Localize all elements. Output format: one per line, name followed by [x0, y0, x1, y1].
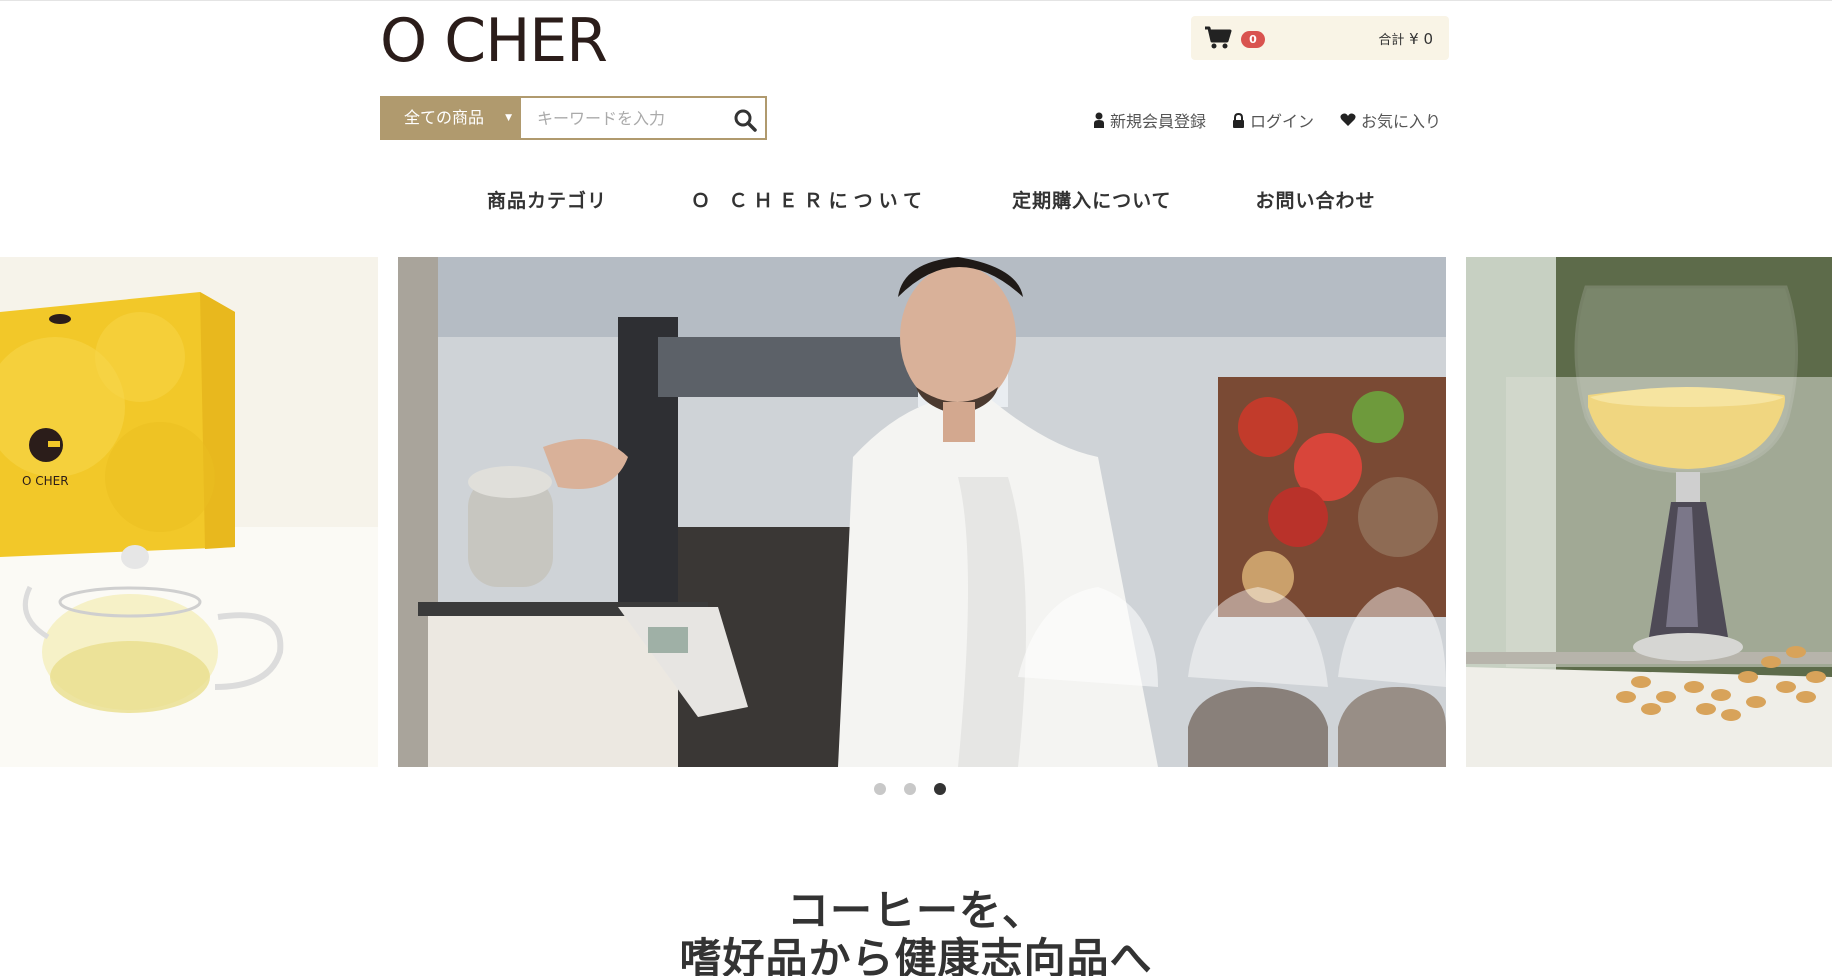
- slider-dot[interactable]: [904, 783, 916, 795]
- hero-headline-line2: 嗜好品から健康志向品へ: [679, 934, 1153, 976]
- site-logo[interactable]: O CHER: [380, 11, 608, 71]
- hero-headline: コーヒーを、 嗜好品から健康志向品へ: [0, 887, 1832, 976]
- favorites-label: お気に入り: [1360, 112, 1441, 131]
- cart-total-label: 合計: [1378, 33, 1405, 48]
- cart-widget[interactable]: 0 合計 ¥ 0: [1191, 16, 1449, 60]
- register-label: 新規会員登録: [1109, 112, 1206, 131]
- nav-item-about[interactable]: Ｏ ＣＨＥＲについて: [691, 186, 928, 213]
- person-icon: [1093, 112, 1104, 128]
- login-link[interactable]: ログイン: [1232, 108, 1314, 132]
- product-box-image: O CHER: [0, 257, 378, 767]
- favorites-link[interactable]: お気に入り: [1340, 108, 1441, 132]
- nav-item-categories[interactable]: 商品カテゴリ: [487, 186, 607, 213]
- slider-dot-active[interactable]: [934, 783, 946, 795]
- barista-photo: [398, 257, 1446, 767]
- login-label: ログイン: [1249, 112, 1314, 131]
- cart-count-badge: 0: [1241, 31, 1265, 48]
- hero-headline-line1: コーヒーを、: [786, 886, 1045, 935]
- slider-dot[interactable]: [874, 783, 886, 795]
- slide-previous[interactable]: O CHER: [0, 257, 378, 767]
- hero-slider[interactable]: O CHER: [0, 257, 1832, 767]
- juice-glass-image: [1466, 257, 1832, 767]
- heart-icon: [1340, 113, 1356, 126]
- search-icon[interactable]: [733, 108, 757, 132]
- cart-total: 合計 ¥ 0: [1378, 29, 1433, 48]
- register-link[interactable]: 新規会員登録: [1093, 108, 1206, 132]
- slide-current[interactable]: [398, 257, 1446, 767]
- cart-icon[interactable]: [1204, 26, 1232, 50]
- lock-icon: [1232, 112, 1244, 128]
- search-category-select[interactable]: 全ての商品 ▼: [382, 98, 521, 138]
- search-category-label: 全ての商品: [404, 108, 485, 127]
- nav-item-contact[interactable]: お問い合わせ: [1256, 186, 1376, 213]
- search-input[interactable]: [521, 98, 721, 138]
- user-nav: 新規会員登録 ログイン お気に入り: [1093, 108, 1441, 132]
- chevron-down-icon: ▼: [505, 113, 512, 123]
- nav-item-subscription[interactable]: 定期購入について: [1012, 186, 1171, 213]
- box-logo-text: O CHER: [22, 474, 69, 488]
- search-bar: 全ての商品 ▼: [380, 96, 767, 140]
- slide-next[interactable]: [1466, 257, 1832, 767]
- slider-pagination: [874, 783, 946, 795]
- cart-total-value: ¥ 0: [1409, 30, 1433, 48]
- main-nav: 商品カテゴリ Ｏ ＣＨＥＲについて 定期購入について お問い合わせ: [487, 186, 1376, 213]
